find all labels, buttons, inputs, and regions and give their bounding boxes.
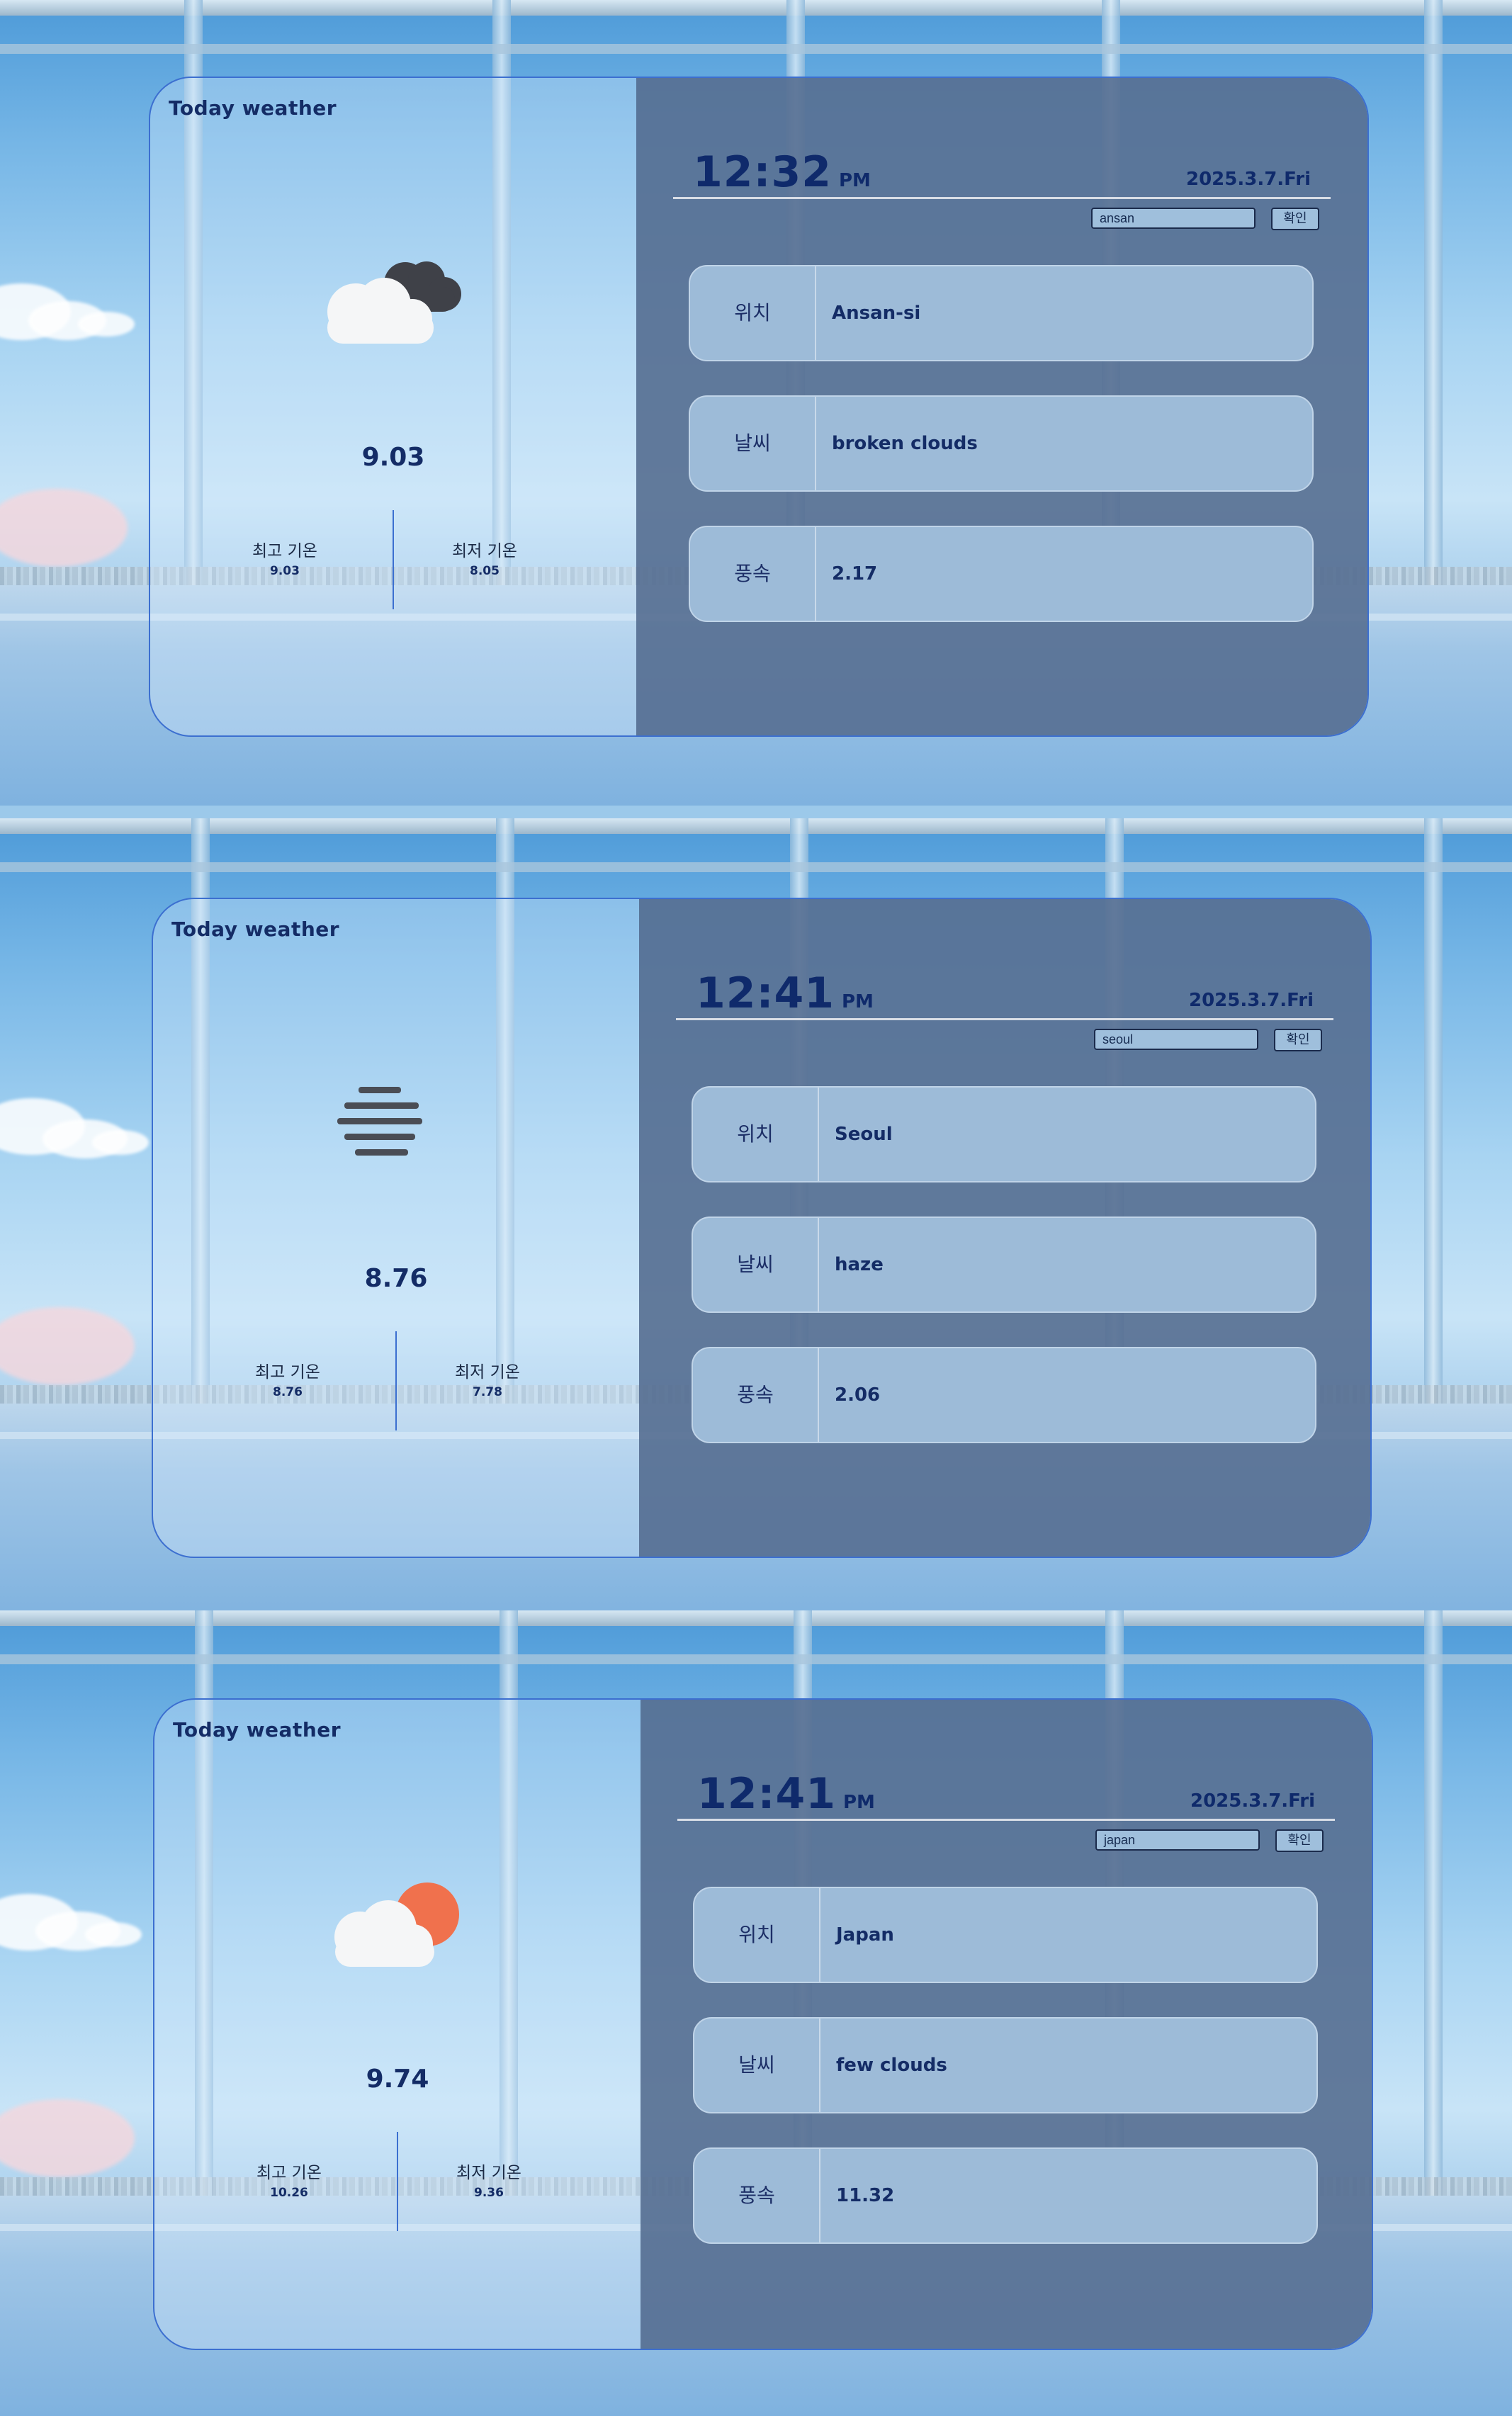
confirm-button[interactable]: 확인 [1274, 1029, 1322, 1051]
clock-time: 12:32 [693, 147, 832, 197]
wind-row: 풍속 11.32 [693, 2147, 1318, 2244]
weather-row: 날씨 haze [692, 1217, 1316, 1313]
wind-label: 풍속 [694, 2149, 820, 2242]
min-temp-label: 최저 기온 [456, 2164, 521, 2182]
min-temp-label: 최저 기온 [455, 1363, 520, 1382]
weather-label: 날씨 [693, 1218, 819, 1311]
weather-row: 날씨 broken clouds [689, 395, 1314, 492]
max-temp-value: 10.26 [270, 2186, 308, 2200]
bg-cloud-pink [0, 489, 128, 567]
few-clouds-icon [334, 1882, 459, 1967]
wind-label: 풍속 [690, 527, 816, 621]
clock-ampm: PM [842, 991, 874, 1012]
card-right-panel: 12:41 PM 2025.3.7.Fri seoul 확인 위치 Seoul 날… [639, 899, 1370, 1557]
screen-1: Today weather 9.03 최고 기온 9.03 최저 기온 8.05… [0, 0, 1512, 806]
min-temp-value: 8.05 [470, 564, 500, 578]
clock: 12:41 PM [697, 1769, 875, 1819]
window-mullion [1424, 0, 1443, 585]
max-temp-value: 9.03 [270, 564, 300, 578]
max-temperature: 최고 기온 8.76 [217, 1358, 359, 1399]
header-divider [673, 197, 1331, 199]
card-left-panel: Today weather 8.76 최고 기온 8.76 최저 기온 7.78 [153, 899, 639, 1557]
max-temperature: 최고 기온 10.26 [218, 2159, 360, 2200]
location-row: 위치 Japan [693, 1887, 1318, 1983]
minmax-divider [395, 1331, 397, 1430]
weather-card: Today weather 9.74 최고 기온 10.26 최저 기온 9.3… [153, 1698, 1373, 2350]
max-temperature: 최고 기온 9.03 [214, 537, 356, 578]
weather-row: 날씨 few clouds [693, 2017, 1318, 2113]
window-mullion [1424, 818, 1443, 1404]
clock-time: 12:41 [697, 1769, 836, 1819]
card-title: Today weather [173, 1718, 342, 1742]
date-label: 2025.3.7.Fri [1185, 169, 1311, 190]
wind-row: 풍속 2.06 [692, 1347, 1316, 1443]
city-search-input[interactable]: ansan [1091, 208, 1256, 229]
clock-ampm: PM [843, 1792, 875, 1813]
card-left-panel: Today weather 9.74 최고 기온 10.26 최저 기온 9.3… [154, 1700, 641, 2349]
bg-cloud-pink [0, 1307, 135, 1385]
wind-label: 풍속 [693, 1348, 819, 1442]
city-search-input[interactable]: seoul [1094, 1029, 1258, 1050]
screen-2: Today weather 8.76 최고 기온 8.76 최저 기온 7.78 [0, 818, 1512, 1624]
current-temperature: 9.03 [361, 443, 425, 472]
min-temperature: 최저 기온 9.36 [418, 2159, 560, 2200]
weather-label: 날씨 [694, 2019, 820, 2112]
screen-3: Today weather 9.74 최고 기온 10.26 최저 기온 9.3… [0, 1610, 1512, 2416]
bg-cloud [85, 1922, 142, 1947]
current-temperature: 9.74 [366, 2065, 429, 2094]
card-right-panel: 12:32 PM 2025.3.7.Fri ansan 확인 위치 Ansan-s… [636, 78, 1367, 735]
haze-icon [337, 1087, 422, 1156]
minmax-divider [397, 2132, 398, 2231]
min-temp-value: 7.78 [473, 1385, 502, 1399]
card-left-panel: Today weather 9.03 최고 기온 9.03 최저 기온 8.05 [150, 78, 636, 735]
confirm-button[interactable]: 확인 [1275, 1829, 1324, 1852]
clock: 12:32 PM [693, 147, 871, 197]
min-temp-label: 최저 기온 [452, 542, 517, 560]
bg-cloud [78, 312, 135, 337]
location-row: 위치 Ansan-si [689, 265, 1314, 361]
card-right-panel: 12:41 PM 2025.3.7.Fri japan 확인 위치 Japan 날… [641, 1700, 1372, 2349]
card-title: Today weather [169, 96, 337, 120]
clock-time: 12:41 [696, 969, 835, 1018]
min-temperature: 최저 기온 7.78 [417, 1358, 558, 1399]
header-divider [676, 1018, 1333, 1020]
clock-ampm: PM [839, 170, 871, 191]
clock: 12:41 PM [696, 969, 874, 1018]
location-value: Japan [836, 1924, 894, 1946]
location-label: 위치 [693, 1088, 819, 1181]
bg-cloud-pink [0, 2099, 135, 2177]
date-label: 2025.3.7.Fri [1190, 1790, 1315, 1812]
location-value: Ansan-si [832, 303, 921, 324]
header-divider [677, 1819, 1335, 1821]
location-label: 위치 [690, 266, 816, 360]
max-temp-value: 8.76 [273, 1385, 303, 1399]
weather-card: Today weather 9.03 최고 기온 9.03 최저 기온 8.05… [149, 77, 1369, 737]
card-title: Today weather [171, 918, 340, 941]
weather-value: haze [835, 1254, 884, 1275]
min-temp-value: 9.36 [474, 2186, 504, 2200]
wind-row: 풍속 2.17 [689, 526, 1314, 622]
location-row: 위치 Seoul [692, 1086, 1316, 1182]
minmax-divider [393, 510, 394, 609]
max-temp-label: 최고 기온 [256, 2164, 322, 2182]
max-temp-label: 최고 기온 [252, 542, 317, 560]
location-value: Seoul [835, 1124, 893, 1145]
wind-value: 2.06 [835, 1384, 881, 1406]
city-search-input[interactable]: japan [1095, 1829, 1260, 1851]
broken-clouds-icon [327, 261, 461, 344]
wind-value: 11.32 [836, 2185, 895, 2206]
window-mullion [1424, 1610, 1443, 2196]
current-temperature: 8.76 [364, 1264, 428, 1293]
weather-card: Today weather 8.76 최고 기온 8.76 최저 기온 7.78 [152, 898, 1372, 1558]
bg-cloud [92, 1130, 149, 1155]
weather-label: 날씨 [690, 397, 816, 490]
min-temperature: 최저 기온 8.05 [414, 537, 555, 578]
wind-value: 2.17 [832, 563, 878, 585]
date-label: 2025.3.7.Fri [1188, 990, 1314, 1011]
weather-value: few clouds [836, 2055, 947, 2076]
max-temp-label: 최고 기온 [255, 1363, 320, 1382]
confirm-button[interactable]: 확인 [1271, 208, 1319, 230]
weather-value: broken clouds [832, 433, 978, 454]
location-label: 위치 [694, 1888, 820, 1982]
